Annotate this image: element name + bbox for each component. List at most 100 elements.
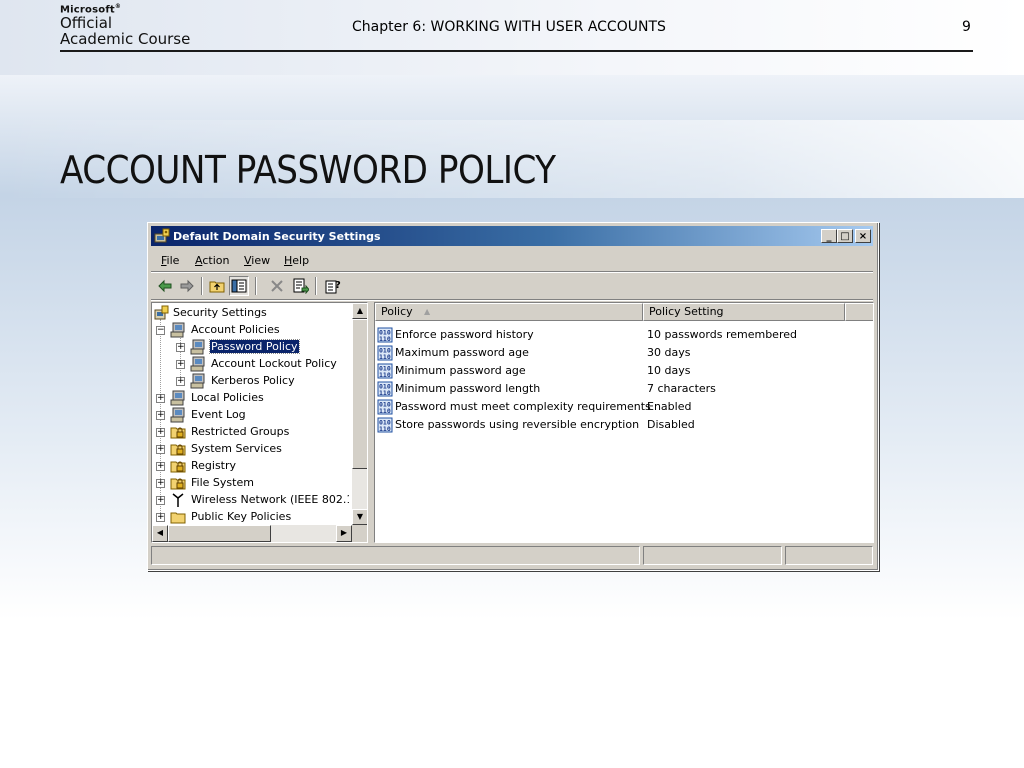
policy-value: 10 days (647, 364, 691, 377)
tree-item-account-lockout-policy[interactable]: + Account Lockout Policy (172, 356, 349, 373)
menu-file[interactable]: File (161, 254, 179, 267)
table-row[interactable]: 010 110 Store passwords using reversible … (377, 416, 871, 434)
table-row[interactable]: 010 110 Password must meet complexity req… (377, 398, 871, 416)
window-titlebar[interactable]: Default Domain Security Settings _ □ × (151, 226, 873, 246)
forward-arrow-icon[interactable] (177, 276, 197, 296)
tree-item-local-policies[interactable]: + Local Policies (152, 390, 349, 407)
policy-value: 30 days (647, 346, 691, 359)
tree-item-public-key-policies[interactable]: + Public Key Policies (152, 509, 349, 526)
policy-value: Enabled (647, 400, 692, 413)
table-row[interactable]: 010 110 Maximum password age 30 days (377, 344, 871, 362)
close-button[interactable]: × (855, 229, 871, 243)
status-bar (151, 546, 873, 566)
menu-file-label: ile (166, 254, 180, 267)
tree-item-wireless-network[interactable]: + Wireless Network (IEEE 802.11 (152, 492, 349, 509)
scroll-down-button[interactable]: ▼ (352, 509, 367, 525)
status-panel (785, 546, 873, 565)
tree-item-label: File System (191, 476, 254, 489)
tree-item-label: Security Settings (173, 306, 267, 319)
table-row[interactable]: 010 110 Minimum password age 10 days (377, 362, 871, 380)
tree-item-event-log[interactable]: + Event Log (152, 407, 349, 424)
table-row[interactable]: 010 110 Minimum password length 7 charact… (377, 380, 871, 398)
tree-item-label: Local Policies (191, 391, 264, 404)
expand-toggle[interactable]: + (156, 428, 165, 437)
expand-toggle[interactable]: + (176, 360, 185, 369)
maximize-button[interactable]: □ (837, 229, 853, 243)
horizontal-scroll-thumb[interactable] (168, 525, 271, 542)
tree-item-security-settings[interactable]: Security Settings (154, 305, 349, 322)
scroll-right-button[interactable]: ▶ (336, 525, 352, 542)
policy-list[interactable]: Policy ▲ Policy Setting 010 110 Enforce p… (374, 302, 874, 543)
policy-setting-icon: 010 110 (377, 381, 393, 397)
scrollbar-corner (352, 525, 367, 542)
svg-text:110: 110 (379, 371, 391, 379)
tree-item-label: System Services (191, 442, 282, 455)
expand-toggle[interactable]: + (156, 479, 165, 488)
console-tree[interactable]: Security Settings − Account Policies + P… (151, 302, 368, 543)
scroll-thumb[interactable] (352, 319, 367, 469)
locked-folder-icon (170, 458, 186, 474)
tree-item-label: Password Policy (209, 339, 300, 354)
toolbar: ? (151, 274, 873, 298)
menu-view[interactable]: View (244, 254, 270, 267)
tree-item-restricted-groups[interactable]: + Restricted Groups (152, 424, 349, 441)
logo-academic-course: Academic Course (60, 30, 191, 49)
policy-name: Password must meet complexity requiremen… (395, 400, 651, 413)
help-icon[interactable]: ? (323, 276, 343, 296)
logo-official: Official (60, 14, 113, 33)
tree-item-password-policy[interactable]: + Password Policy (172, 339, 349, 356)
tree-horizontal-scrollbar[interactable]: ◀ ▶ (152, 525, 352, 542)
back-arrow-icon[interactable] (155, 276, 175, 296)
collapse-toggle[interactable]: − (156, 326, 165, 335)
expand-toggle[interactable]: + (156, 394, 165, 403)
tree-item-file-system[interactable]: + File System (152, 475, 349, 492)
delete-icon[interactable] (267, 276, 287, 296)
policy-setting-icon: 010 110 (377, 417, 393, 433)
expand-toggle[interactable]: + (176, 377, 185, 386)
tree-vertical-scrollbar[interactable]: ▲ ▼ (352, 303, 367, 525)
locked-folder-icon (170, 475, 186, 491)
column-header-policy[interactable]: Policy ▲ (375, 303, 643, 321)
tree-item-label: Kerberos Policy (211, 374, 295, 387)
tree-item-label: Restricted Groups (191, 425, 290, 438)
expand-toggle[interactable]: + (156, 411, 165, 420)
policy-name: Store passwords using reversible encrypt… (395, 418, 640, 431)
tree-item-account-policies[interactable]: − Account Policies (152, 322, 349, 339)
tree-item-label: Public Key Policies (191, 510, 292, 523)
policy-value: 7 characters (647, 382, 716, 395)
menu-action[interactable]: Action (195, 254, 229, 267)
table-row[interactable]: 010 110 Enforce password history 10 passw… (377, 326, 871, 344)
menu-view-label: iew (251, 254, 271, 267)
policy-setting-icon: 010 110 (377, 399, 393, 415)
expand-toggle[interactable]: + (156, 496, 165, 505)
menu-action-label: ction (202, 254, 230, 267)
column-header-label: Policy (381, 305, 413, 318)
svg-text:110: 110 (379, 335, 391, 343)
page-number: 9 (962, 19, 971, 35)
tree-item-system-services[interactable]: + System Services (152, 441, 349, 458)
tree-item-kerberos-policy[interactable]: + Kerberos Policy (172, 373, 349, 390)
expand-toggle[interactable]: + (156, 513, 165, 522)
expand-toggle[interactable]: + (176, 343, 185, 352)
svg-text:?: ? (335, 280, 341, 291)
up-folder-icon[interactable] (207, 276, 227, 296)
export-list-icon[interactable] (291, 276, 311, 296)
menu-help[interactable]: Help (284, 254, 309, 267)
tree-item-registry[interactable]: + Registry (152, 458, 349, 475)
policy-name: Minimum password age (395, 364, 526, 377)
show-hide-tree-icon[interactable] (229, 276, 249, 296)
expand-toggle[interactable]: + (156, 445, 165, 454)
column-header-empty[interactable] (845, 303, 873, 321)
policy-computer-icon (170, 390, 186, 406)
policy-value: 10 passwords remembered (647, 328, 797, 341)
policy-computer-icon (190, 373, 206, 389)
column-header-policy-setting[interactable]: Policy Setting (643, 303, 845, 321)
scroll-up-button[interactable]: ▲ (352, 303, 367, 319)
scroll-left-button[interactable]: ◀ (152, 525, 168, 542)
chapter-heading: Chapter 6: WORKING WITH USER ACCOUNTS (352, 19, 666, 35)
security-settings-icon (154, 228, 170, 244)
expand-toggle[interactable]: + (156, 462, 165, 471)
policy-setting-icon: 010 110 (377, 363, 393, 379)
slide-title: ACCOUNT PASSWORD POLICY (60, 148, 556, 192)
minimize-button[interactable]: _ (821, 229, 837, 243)
